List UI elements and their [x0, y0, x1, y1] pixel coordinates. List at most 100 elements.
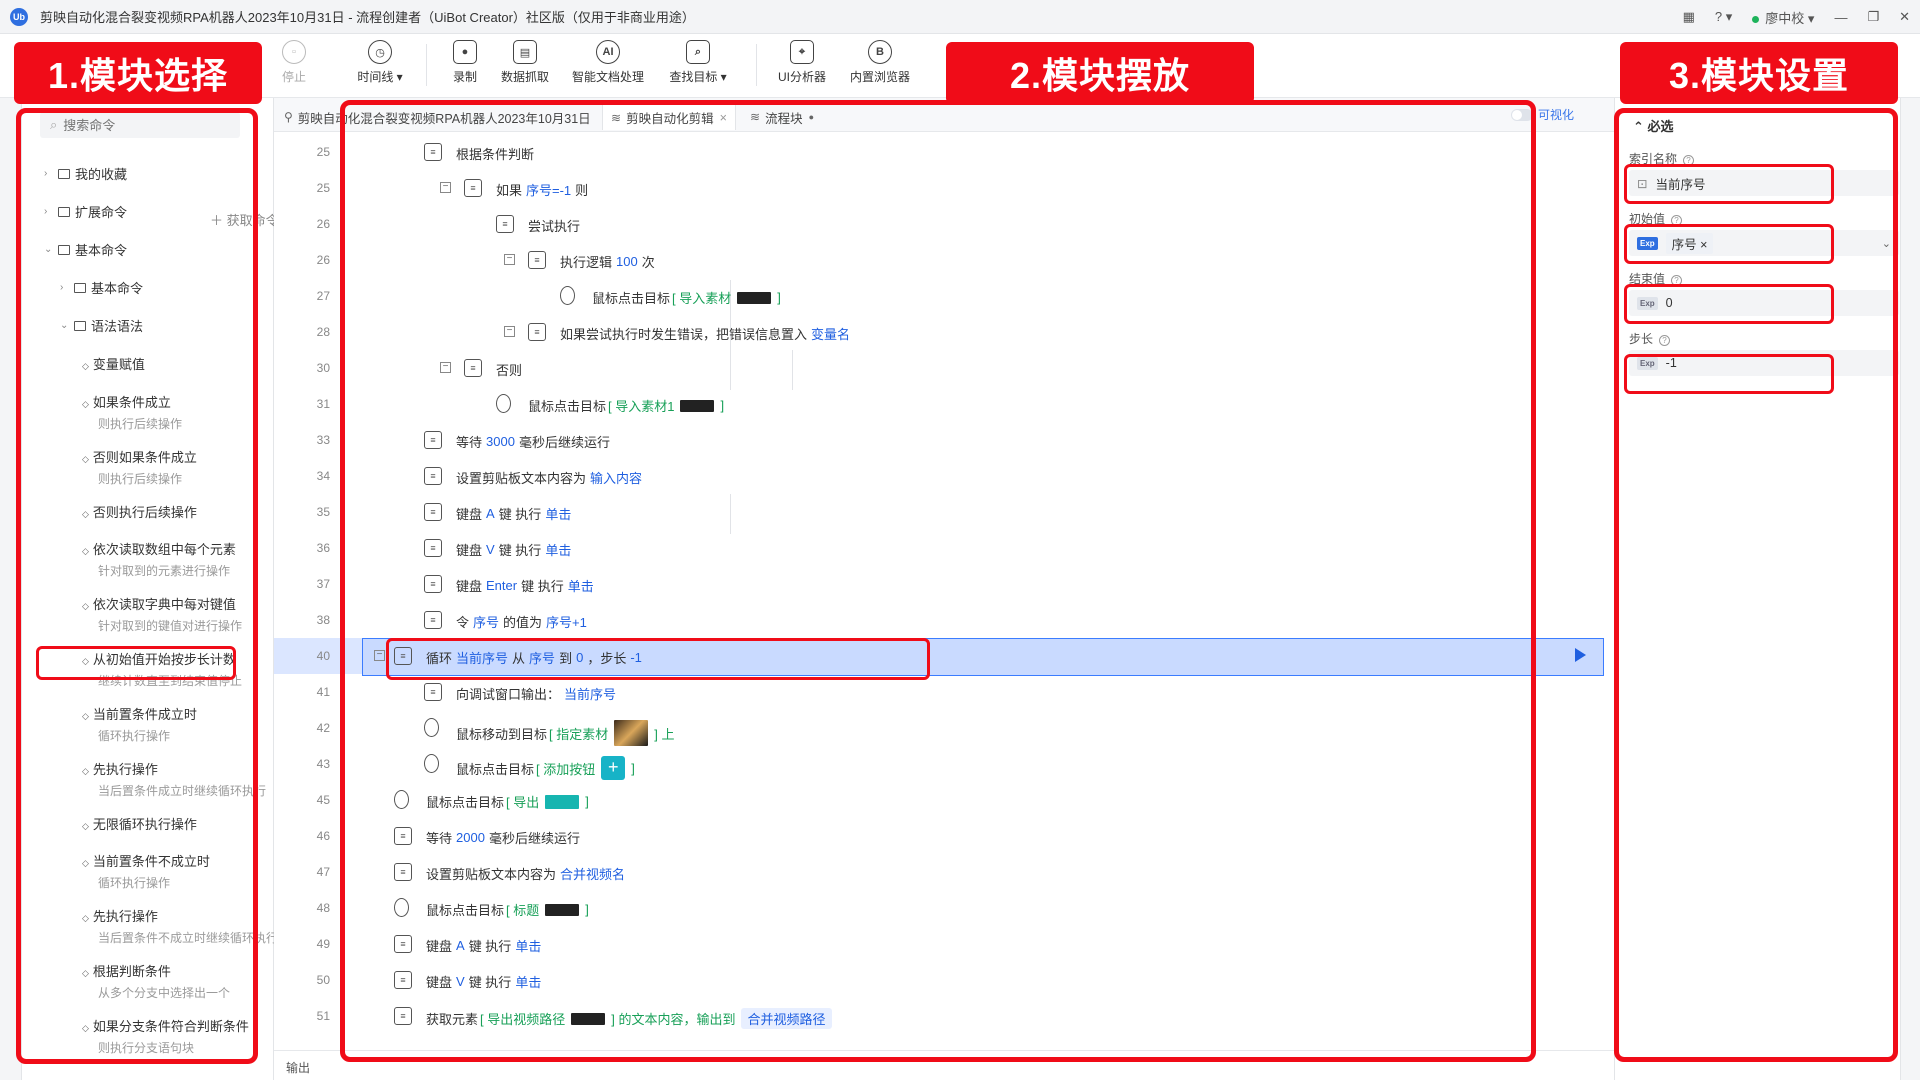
command-item[interactable]: 依次读取数组中每个元素针对取到的元素进行操作: [82, 539, 236, 579]
code-row[interactable]: 28 − ≡ 如果尝试执行时发生错误，把错误信息置入 变量名: [274, 314, 1604, 350]
code-row[interactable]: 35 ≡ 键盘 A 键 执行 单击: [274, 494, 1604, 530]
code-row[interactable]: 43 鼠标点击目标[ 添加按钮 +]: [274, 746, 1604, 782]
data-capture-button[interactable]: ▤ 数据抓取: [485, 40, 565, 85]
command-item-for-step[interactable]: 从初始值开始按步长计数继续计数直至到结束值停止: [82, 649, 242, 689]
target-thumbnail-icon[interactable]: [614, 720, 649, 746]
command-item[interactable]: 无限循环执行操作: [82, 814, 197, 833]
code-row[interactable]: 31 鼠标点击目标[ 导入素材1]: [274, 386, 1604, 422]
command-search[interactable]: ⌕: [40, 112, 240, 138]
code-row[interactable]: 30 − ≡ 否则: [274, 350, 1604, 386]
row-text: 循环 当前序号从序号到 0 ，步长 -1: [426, 648, 646, 667]
code-row[interactable]: 34 ≡ 设置剪贴板文本内容为 输入内容: [274, 458, 1604, 494]
command-item[interactable]: 变量赋值: [82, 354, 145, 373]
command-item[interactable]: 否则执行后续操作: [82, 502, 197, 521]
code-row[interactable]: 48 鼠标点击目标[ 标题]: [274, 890, 1604, 926]
code-row[interactable]: 26 − ≡ 执行逻辑 100 次: [274, 242, 1604, 278]
code-row[interactable]: 36 ≡ 键盘 V 键 执行 单击: [274, 530, 1604, 566]
expression-badge[interactable]: Exp: [1637, 356, 1658, 370]
target-thumbnail-icon[interactable]: +: [601, 756, 626, 780]
command-item[interactable]: 当前置条件成立时循环执行操作: [82, 704, 197, 744]
code-row[interactable]: 33 ≡ 等待 3000 毫秒后继续运行: [274, 422, 1604, 458]
search-input[interactable]: [63, 117, 224, 133]
command-item[interactable]: 依次读取字典中每对键值针对取到的键值对进行操作: [82, 594, 242, 634]
tree-basic[interactable]: ⌄ 基本命令: [44, 240, 127, 259]
code-row[interactable]: 38 ≡ 令序号 的值为 序号+1: [274, 602, 1604, 638]
expression-badge[interactable]: Exp: [1637, 296, 1658, 310]
end-value-field[interactable]: Exp 0: [1629, 290, 1899, 316]
code-row[interactable]: 27 鼠标点击目标[ 导入素材]: [274, 278, 1604, 314]
row-text: 如果 序号=-1 则: [496, 180, 588, 199]
initial-value-field[interactable]: Exp 序号 × ⌄: [1629, 230, 1899, 256]
code-row[interactable]: 47 ≡ 设置剪贴板文本内容为 合并视频名: [274, 854, 1604, 890]
collapse-icon[interactable]: −: [440, 362, 451, 373]
find-target-button[interactable]: ⌕ 查找目标 ▾: [658, 40, 738, 85]
command-item[interactable]: 先执行操作当后置条件不成立时继续循环执行: [82, 906, 278, 946]
command-item[interactable]: 如果分支条件符合判断条件则执行分支语句块: [82, 1016, 249, 1056]
help-icon[interactable]: ?: [1671, 215, 1683, 226]
tab-flow-block[interactable]: ≋ 流程块 ●: [750, 104, 814, 130]
tree-favorites[interactable]: › 我的收藏: [44, 164, 127, 183]
target-token: [ 标题: [506, 903, 540, 918]
target-thumbnail-icon[interactable]: [571, 1012, 606, 1025]
code-row[interactable]: 25 − ≡ 如果 序号=-1 则: [274, 170, 1604, 206]
collapse-icon[interactable]: −: [374, 650, 385, 661]
code-row[interactable]: 25 ≡ 根据条件判断: [274, 134, 1604, 170]
target-thumbnail-icon[interactable]: [737, 291, 772, 304]
help-icon[interactable]: ?: [1671, 275, 1683, 286]
chevron-down-icon: ⌄: [60, 320, 69, 331]
tree-syntax[interactable]: ⌄ 语法语法: [60, 316, 143, 335]
label-text: 初始值: [1629, 212, 1666, 226]
step-field[interactable]: Exp -1: [1629, 350, 1899, 376]
close-tab-icon[interactable]: ×: [720, 111, 727, 125]
code-row[interactable]: 42 鼠标移动到目标[ 指定素材] 上: [274, 710, 1604, 746]
get-command-button[interactable]: ＋ 获取命令: [210, 210, 279, 229]
visualize-toggle[interactable]: 可视化: [1510, 106, 1574, 123]
command-item[interactable]: 先执行操作当后置条件成立时继续循环执行: [82, 759, 266, 799]
command-item[interactable]: 当前置条件不成立时循环执行操作: [82, 851, 210, 891]
target-thumbnail-icon[interactable]: [545, 794, 580, 809]
target-thumbnail-icon[interactable]: [680, 399, 715, 412]
minimize-icon[interactable]: —: [1834, 10, 1847, 25]
restore-icon[interactable]: ❐: [1867, 9, 1879, 25]
row-text: 键盘 A 键 执行 单击: [456, 504, 575, 523]
collapse-icon[interactable]: −: [440, 182, 451, 193]
command-item[interactable]: 如果条件成立则执行后续操作: [82, 392, 182, 432]
required-section[interactable]: ⌃ 必选: [1633, 116, 1674, 135]
code-row[interactable]: 41 ≡ 向调试窗口输出： 当前序号: [274, 674, 1604, 710]
tree-basic-sub[interactable]: › 基本命令: [60, 278, 143, 297]
code-row[interactable]: 37 ≡ 键盘 Enter 键 执行 单击: [274, 566, 1604, 602]
code-row[interactable]: 49 ≡ 键盘 A 键 执行 单击: [274, 926, 1604, 962]
command-item[interactable]: 根据判断条件从多个分支中选择出一个: [82, 961, 230, 1001]
code-row[interactable]: 46 ≡ 等待 2000 毫秒后继续运行: [274, 818, 1604, 854]
code-row[interactable]: 50 ≡ 键盘 V 键 执行 单击: [274, 962, 1604, 998]
line-number: 50: [316, 973, 330, 987]
smart-doc-button[interactable]: AI 智能文档处理: [568, 40, 648, 85]
app-logo-icon: Ub: [10, 7, 28, 26]
code-row[interactable]: 45 鼠标点击目标[ 导出]: [274, 782, 1604, 818]
ui-analyzer-button[interactable]: ⌖ UI分析器: [762, 40, 842, 85]
collapse-icon[interactable]: −: [504, 254, 515, 265]
stop-button[interactable]: ▫ 停止: [254, 40, 334, 85]
close-icon[interactable]: ✕: [1899, 9, 1910, 25]
run-icon[interactable]: [1575, 648, 1586, 662]
index-name-field[interactable]: ⊡ 当前序号: [1629, 170, 1899, 196]
expression-badge[interactable]: Exp: [1637, 236, 1658, 250]
help-icon[interactable]: ?: [1659, 335, 1671, 346]
code-row[interactable]: 40 − ≡ 循环 当前序号从序号到 0 ，步长 -1: [274, 638, 1604, 676]
code-row[interactable]: 26 ≡ 尝试执行: [274, 206, 1604, 242]
collapse-icon[interactable]: −: [504, 326, 515, 337]
tab-flow-main[interactable]: ⚲ 剪映自动化混合裂变视频RPA机器人2023年10月31日: [284, 104, 591, 130]
help-icon[interactable]: ? ▾: [1715, 9, 1732, 25]
grid-icon[interactable]: ▦: [1683, 9, 1695, 25]
output-panel-bar[interactable]: 输出: [274, 1050, 1614, 1080]
tree-extensions[interactable]: › 扩展命令: [44, 202, 127, 221]
code-row[interactable]: 51 ≡ 获取元素[ 导出视频路径] 的文本内容，输出到 合并视频路径: [274, 998, 1604, 1034]
command-item[interactable]: 否则如果条件成立则执行后续操作: [82, 447, 197, 487]
help-icon[interactable]: ?: [1683, 155, 1695, 166]
browser-button[interactable]: B 内置浏览器: [840, 40, 920, 85]
timeline-button[interactable]: ◷ 时间线 ▾: [340, 40, 420, 85]
user-menu[interactable]: 廖中校 ▾: [1752, 8, 1814, 27]
chevron-down-icon[interactable]: ⌄: [1882, 237, 1891, 250]
target-thumbnail-icon[interactable]: [545, 903, 580, 916]
tab-jianying-edit[interactable]: ≋ 剪映自动化剪辑 ×: [602, 104, 736, 130]
